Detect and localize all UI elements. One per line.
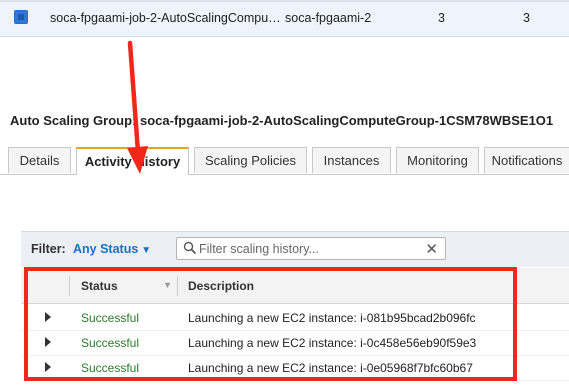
chevron-down-icon: ▼	[141, 245, 152, 256]
status-filter-dropdown[interactable]: Any Status ▼	[73, 242, 151, 256]
search-icon	[183, 241, 197, 255]
status-cell: Successful	[81, 361, 140, 375]
expand-arrow-icon[interactable]	[45, 337, 51, 347]
search-input[interactable]	[199, 239, 419, 258]
column-divider	[177, 276, 178, 296]
table-row[interactable]: Successful Launching a new EC2 instance:…	[21, 356, 569, 381]
column-divider	[69, 276, 70, 296]
instance-count-cell: 3	[438, 11, 445, 25]
status-filter-value: Any Status	[73, 242, 139, 256]
expand-arrow-icon[interactable]	[45, 362, 51, 372]
sort-icon[interactable]: ▼	[163, 280, 172, 290]
description-cell: Launching a new EC2 instance: i-0e05968f…	[188, 361, 473, 375]
table-row[interactable]: Successful Launching a new EC2 instance:…	[21, 331, 569, 356]
row-divider	[0, 0, 569, 2]
filter-bar: Filter: Any Status▼ ✕	[21, 231, 569, 267]
status-cell: Successful	[81, 336, 140, 350]
column-header-description[interactable]: Description	[188, 279, 254, 293]
page-title: Auto Scaling Group: soca-fpgaami-job-2-A…	[10, 113, 554, 128]
table-header: Status ▼ Description	[21, 268, 569, 304]
column-header-status[interactable]: Status	[81, 279, 118, 293]
row-checkbox-icon[interactable]	[14, 10, 28, 24]
desired-count-cell: 3	[523, 11, 530, 25]
tab-monitoring[interactable]: Monitoring	[396, 147, 479, 173]
status-cell: Successful	[81, 311, 140, 325]
description-cell: Launching a new EC2 instance: i-0c458e56…	[188, 336, 477, 350]
filter-search-box[interactable]: ✕	[176, 237, 446, 260]
clear-icon[interactable]: ✕	[425, 240, 438, 258]
tab-notifications[interactable]: Notifications	[484, 147, 569, 173]
tab-scaling-policies[interactable]: Scaling Policies	[194, 147, 307, 173]
asg-name-cell: soca-fpgaami-job-2-AutoScalingCompu…	[50, 11, 281, 25]
tab-instances[interactable]: Instances	[312, 147, 391, 173]
launch-config-cell: soca-fpgaami-2	[285, 11, 372, 25]
selected-asg-row[interactable]: soca-fpgaami-job-2-AutoScalingCompu… soc…	[0, 0, 569, 37]
tab-details[interactable]: Details	[8, 147, 71, 173]
filter-label: Filter:	[31, 242, 66, 256]
description-cell: Launching a new EC2 instance: i-081b95bc…	[188, 311, 476, 325]
tab-bar: Details Activity History Scaling Policie…	[0, 147, 569, 175]
table-row[interactable]: Successful Launching a new EC2 instance:…	[21, 306, 569, 331]
expand-arrow-icon[interactable]	[45, 312, 51, 322]
tab-activity-history[interactable]: Activity History	[76, 147, 189, 175]
